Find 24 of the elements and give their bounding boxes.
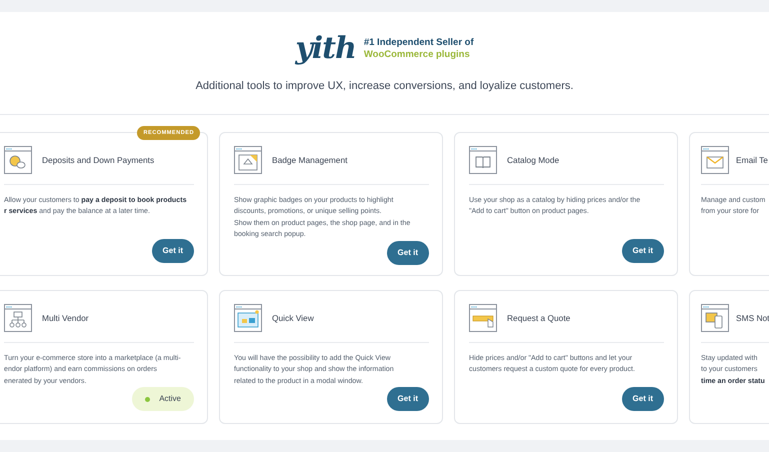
get-it-button[interactable]: Get it xyxy=(622,387,664,411)
network-icon xyxy=(4,304,32,332)
card-title: Catalog Mode xyxy=(507,154,560,166)
card-title: Multi Vendor xyxy=(42,312,89,324)
window-icon xyxy=(234,304,262,332)
get-it-button[interactable]: Get it xyxy=(622,239,664,263)
phone-icon xyxy=(701,304,729,332)
envelope-icon xyxy=(701,146,729,174)
get-it-button[interactable]: Get it xyxy=(386,240,429,265)
tagline: #1 Independent Seller of xyxy=(364,36,474,49)
card-title: Deposits and Down Payments xyxy=(42,154,154,166)
card-title: Email Te xyxy=(736,154,768,166)
logo: yith xyxy=(295,34,356,64)
active-status: Active xyxy=(132,387,194,412)
badge-icon xyxy=(234,146,262,174)
book-icon xyxy=(469,146,497,174)
card-title: Badge Management xyxy=(272,154,348,166)
tagline: WooCommerce plugins xyxy=(364,49,471,62)
get-it-button[interactable]: Get it xyxy=(152,239,194,263)
card-title: Quick View xyxy=(272,312,314,324)
coin-icon xyxy=(4,146,32,174)
get-it-button[interactable]: Get it xyxy=(386,387,429,412)
card-title: Request a Quote xyxy=(507,312,570,324)
subtitle: Additional tools to improve UX, increase conversions, and loyalize customers. xyxy=(196,79,574,94)
